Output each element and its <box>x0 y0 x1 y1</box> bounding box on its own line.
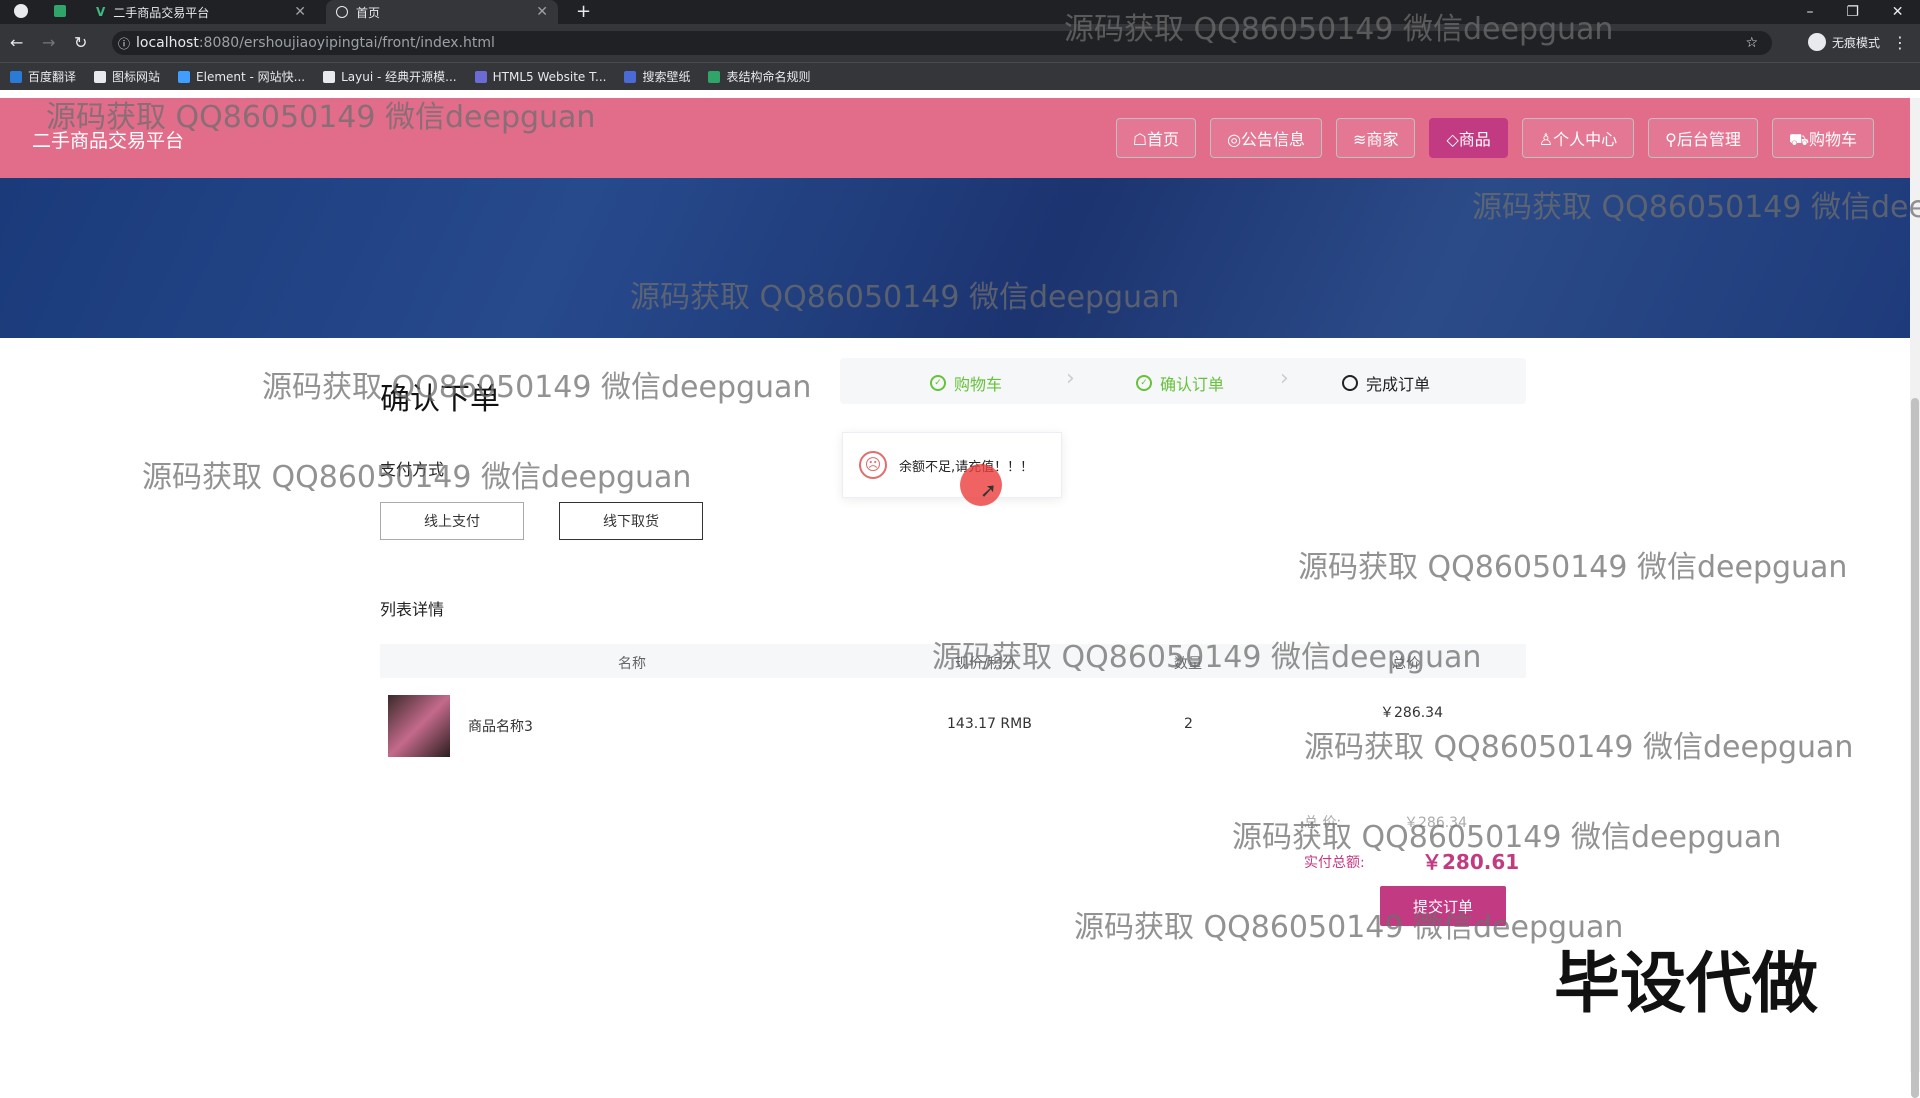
watermark: 源码获取 QQ86050149 微信deepguan <box>142 460 692 495</box>
bookmark-label: 图标网站 <box>112 70 161 84</box>
step-label: 确认订单 <box>1160 375 1225 394</box>
browser-tab-strip: V 二手商品交易平台 ✕ 首页 ✕ + – ❐ ✕ <box>0 0 1920 24</box>
watermark: 源码获取 QQ86050149 微信deepguan <box>630 280 1180 315</box>
vue-icon: V <box>96 5 106 19</box>
offline-pickup-button[interactable]: 线下取货 <box>559 502 703 540</box>
product-total: ￥286.34 <box>1380 705 1443 721</box>
tab-label: 二手商品交易平台 <box>113 5 210 20</box>
sad-face-icon: ☹ <box>859 451 887 479</box>
bookmark-item[interactable]: 搜索壁纸 <box>624 68 690 85</box>
col-name: 名称 <box>618 656 646 672</box>
chevron-right-icon: › <box>1280 366 1289 391</box>
list-details-label: 列表详情 <box>380 600 445 619</box>
bookmark-item[interactable]: 表结构命名规则 <box>708 68 810 85</box>
star-icon[interactable]: ☆ <box>1745 35 1758 51</box>
nav-item[interactable]: ◎公告信息 <box>1210 118 1323 158</box>
nav-item[interactable]: ⚲后台管理 <box>1648 118 1758 158</box>
bookmark-label: 表结构命名规则 <box>726 70 811 84</box>
bookmark-icon <box>708 70 721 83</box>
bookmark-icon <box>323 70 336 83</box>
step-label: 购物车 <box>954 375 1003 394</box>
minimize-icon[interactable]: – <box>1806 4 1813 20</box>
watermark: 源码获取 QQ86050149 微信deepguan <box>932 640 1482 675</box>
bookmark-icon <box>10 70 22 83</box>
incognito-icon <box>1807 33 1826 51</box>
step-complete: 完成订单 <box>1342 371 1430 395</box>
online-pay-button[interactable]: 线上支付 <box>380 502 524 540</box>
bookmark-item[interactable]: Element - 网站快... <box>178 68 305 85</box>
bookmark-icon <box>474 70 487 83</box>
chevron-right-icon: › <box>1066 366 1075 391</box>
close-window-icon[interactable]: ✕ <box>1892 4 1904 20</box>
check-circle-icon: ✓ <box>1136 375 1152 391</box>
watermark: 源码获取 QQ86050149 微信deepguan <box>1298 550 1848 585</box>
check-circle-icon: ✓ <box>930 375 946 391</box>
watermark: 源码获取 QQ86050149 微信deepguan <box>262 370 812 405</box>
product-qty: 2 <box>1184 716 1193 732</box>
incognito-label: 无痕模式 <box>1831 35 1880 50</box>
tab-label: 首页 <box>356 5 381 20</box>
watermark: 源码获取 QQ86050149 微信deepguan <box>46 100 596 135</box>
bookmark-label: 百度翻译 <box>28 70 77 84</box>
product-name: 商品名称3 <box>468 719 533 735</box>
bookmark-label: 搜索壁纸 <box>642 70 691 84</box>
restore-icon[interactable]: ❐ <box>1846 4 1859 20</box>
mouse-cursor-icon: ➚ <box>980 478 997 502</box>
watermark: 源码获取 QQ86050149 微信deepguan <box>1472 190 1920 225</box>
bookmark-label: Element - 网站快... <box>196 70 306 84</box>
url-path: :8080/ershoujiaoyipingtai/front/index.ht… <box>198 35 495 51</box>
close-icon[interactable]: ✕ <box>536 4 548 20</box>
bookmark-icon <box>178 70 191 83</box>
url-host: localhost <box>136 35 199 51</box>
circle-icon <box>1342 375 1358 391</box>
watermark: 源码获取 QQ86050149 微信deepguan <box>1232 820 1782 855</box>
app-icon[interactable] <box>54 5 66 17</box>
bookmark-icon <box>624 70 637 83</box>
watermark: 源码获取 QQ86050149 微信deepguan <box>1064 12 1614 47</box>
scrollbar-thumb[interactable] <box>1911 398 1919 1098</box>
step-label: 完成订单 <box>1366 375 1431 394</box>
nav-item[interactable]: ☖首页 <box>1115 118 1197 158</box>
globe-icon <box>336 6 348 18</box>
order-steps: ✓ 购物车 › ✓ 确认订单 › 完成订单 <box>840 358 1526 404</box>
tab-home[interactable]: 首页 ✕ <box>326 0 558 24</box>
bookmark-item[interactable]: 百度翻译 <box>10 68 76 85</box>
incognito-indicator[interactable]: 无痕模式 <box>1807 33 1880 51</box>
info-icon: ⓘ <box>118 36 131 51</box>
nav-item[interactable]: ⛟购物车 <box>1771 118 1874 158</box>
scrollbar[interactable] <box>1910 98 1920 1098</box>
step-cart: ✓ 购物车 <box>930 371 1002 395</box>
chrome-icon[interactable] <box>14 4 28 18</box>
address-bar-row: ← → ↻ ⓘ localhost:8080/ershoujiaoyipingt… <box>0 24 1920 62</box>
nav-item[interactable]: ◇商品 <box>1429 118 1508 158</box>
product-thumbnail[interactable] <box>388 695 450 757</box>
tab-platform[interactable]: V 二手商品交易平台 ✕ <box>86 0 316 24</box>
product-price: 143.17 RMB <box>947 716 1032 732</box>
bookmark-label: HTML5 Website T... <box>492 69 607 84</box>
nav-item[interactable]: ≋商家 <box>1336 118 1416 158</box>
bookmark-label: Layui - 经典开源模... <box>341 70 457 84</box>
bookmark-item[interactable]: 图标网站 <box>94 68 160 85</box>
bookmarks-bar: 百度翻译 图标网站 Element - 网站快... Layui - 经典开源模...… <box>0 62 1920 90</box>
watermark: 源码获取 QQ86050149 微信deepguan <box>1304 730 1854 765</box>
back-icon[interactable]: ← <box>10 33 23 52</box>
new-tab-button[interactable]: + <box>576 1 591 22</box>
main-nav: ☖首页 ◎公告信息 ≋商家 ◇商品 ♙个人中心 ⚲后台管理 ⛟购物车 <box>1115 118 1874 158</box>
bookmark-item[interactable]: HTML5 Website T... <box>474 69 607 84</box>
bookmark-item[interactable]: Layui - 经典开源模... <box>323 68 457 85</box>
reload-icon[interactable]: ↻ <box>74 33 87 52</box>
close-icon[interactable]: ✕ <box>294 4 306 20</box>
step-confirm: ✓ 确认订单 <box>1136 371 1224 395</box>
menu-icon[interactable]: ⋮ <box>1892 33 1908 52</box>
window-controls: – ❐ ✕ <box>1790 0 1920 24</box>
error-toast: ☹ 余额不足,请充值！！！ <box>842 432 1062 498</box>
watermark: 源码获取 QQ86050149 微信deepguan <box>1074 910 1624 945</box>
nav-item[interactable]: ♙个人中心 <box>1521 118 1635 158</box>
forward-icon[interactable]: → <box>42 33 55 52</box>
bookmark-icon <box>94 70 107 83</box>
